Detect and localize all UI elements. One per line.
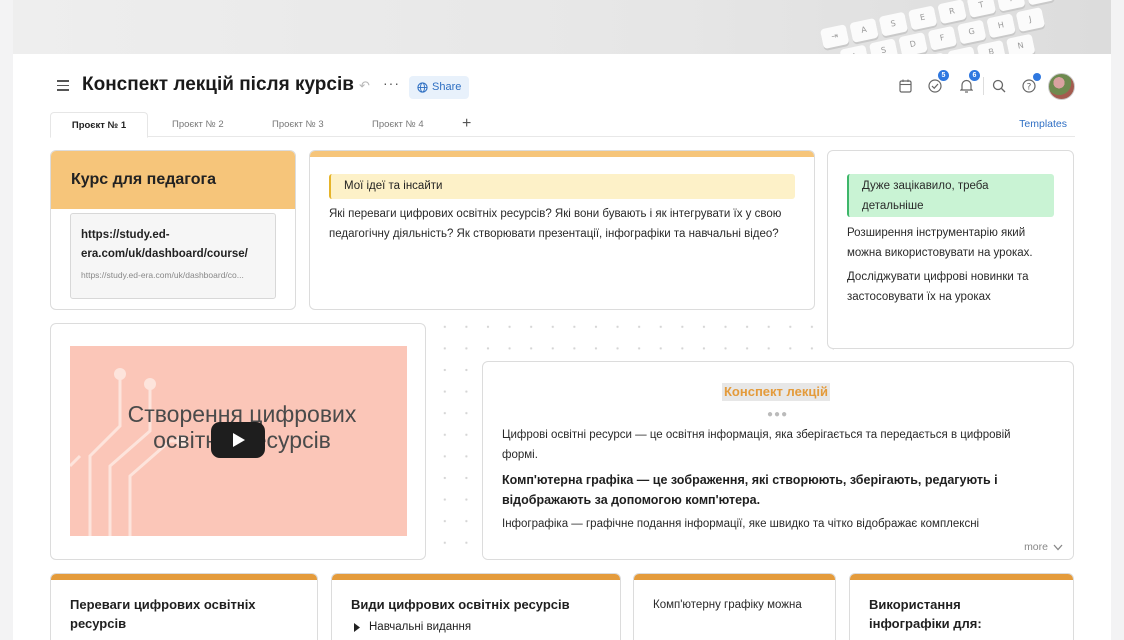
more-label: more — [1024, 541, 1048, 553]
video-thumbnail[interactable]: Створення цифрових освітніх ресурсів — [70, 346, 407, 536]
search-icon[interactable] — [989, 76, 1009, 96]
graphics-card-bar — [634, 574, 835, 580]
graphics-card[interactable]: Комп'ютерну графіку можна — [633, 573, 836, 640]
resource-types-card-bar — [332, 574, 620, 580]
link-title: https://study.ed-era.com/uk/dashboard/co… — [81, 229, 248, 260]
infographics-card[interactable]: Використання інфографіки для: — [849, 573, 1074, 640]
interest-highlight-text: Дуже зацікавило, треба детальніше — [862, 180, 989, 212]
link-url: https://study.ed-era.com/uk/dashboard/co… — [81, 270, 244, 280]
page-title[interactable]: Конспект лекцій після курсів — [82, 74, 354, 96]
interest-text-1: Розширення інструментарію який можна вик… — [847, 227, 1033, 259]
course-link-preview[interactable]: https://study.ed-era.com/uk/dashboard/co… — [70, 213, 276, 299]
avatar[interactable] — [1048, 73, 1075, 100]
share-button[interactable]: Share — [409, 76, 470, 99]
advantages-card[interactable]: Переваги цифрових освітніх ресурсів — [50, 573, 318, 640]
svg-text:?: ? — [1027, 83, 1032, 93]
infographics-title: Використання інфографіки для: — [869, 597, 982, 631]
lecture-fade — [483, 530, 1073, 559]
infographics-card-bar — [850, 574, 1073, 580]
ideas-highlight-text: Мої ідеї та інсайти — [344, 180, 443, 192]
interest-highlight: Дуже зацікавило, треба детальніше — [847, 174, 1054, 217]
lecture-card[interactable]: Конспект лекцій ●●● Цифрові освітні ресу… — [482, 361, 1074, 560]
chevron-down-icon — [1053, 544, 1063, 550]
help-icon[interactable]: ? — [1019, 73, 1041, 96]
triangle-right-icon — [354, 622, 360, 632]
templates-link[interactable]: Templates — [1019, 112, 1067, 137]
advantages-card-bar — [51, 574, 317, 580]
bell-icon[interactable]: 6 — [956, 70, 980, 96]
resource-types-card[interactable]: Види цифрових освітніх ресурсів Навчальн… — [331, 573, 621, 640]
ideas-card-bar — [310, 151, 814, 157]
course-card-header: Курс для педагога — [51, 151, 295, 209]
page-header: Конспект лекцій після курсів ↶ ··· Share… — [13, 70, 1111, 104]
video-card[interactable]: Створення цифрових освітніх ресурсів — [50, 323, 426, 560]
notifications-badge: 6 — [969, 70, 980, 81]
toolbar-divider — [983, 77, 984, 95]
resource-types-list-item[interactable]: Навчальні видання — [354, 621, 620, 633]
resource-types-title: Види цифрових освітніх ресурсів — [351, 597, 570, 612]
lecture-title[interactable]: Конспект лекцій — [722, 383, 830, 401]
graphics-text: Комп'ютерну графіку можна — [653, 599, 802, 611]
tab-project-2[interactable]: Проєкт № 2 — [162, 112, 234, 137]
cover-image: ⇥ A S E R T Y U ⇧ S D F G H J Z X C V B … — [13, 0, 1111, 54]
lecture-text-2: Комп'ютерна графіка — це зображення, які… — [502, 473, 998, 507]
add-tab-icon[interactable]: + — [462, 115, 471, 133]
lecture-text-1: Цифрові освітні ресурси — це освітня інф… — [502, 429, 1011, 461]
share-label: Share — [432, 81, 462, 93]
course-card[interactable]: Курс для педагога https://study.ed-era.c… — [50, 150, 296, 310]
advantages-title: Переваги цифрових освітніх ресурсів — [70, 597, 256, 631]
tasks-badge: 5 — [938, 70, 949, 81]
tab-project-3[interactable]: Проєкт № 3 — [262, 112, 334, 137]
ideas-card[interactable]: Мої ідеї та інсайти Які переваги цифрови… — [309, 150, 815, 310]
project-tabs: Проєкт № 1 Проєкт № 2 Проєкт № 3 Проєкт … — [50, 112, 1075, 138]
tasks-icon[interactable]: 5 — [925, 70, 949, 96]
more-icon[interactable]: ··· — [383, 75, 400, 91]
ideas-text: Які переваги цифрових освітніх ресурсів?… — [329, 208, 782, 240]
globe-icon — [417, 82, 428, 93]
resource-types-item-label: Навчальні видання — [369, 621, 472, 633]
board-page: ⇥ A S E R T Y U ⇧ S D F G H J Z X C V B … — [13, 0, 1111, 640]
undo-icon[interactable]: ↶ — [359, 78, 370, 94]
help-notification-dot — [1033, 73, 1041, 81]
menu-icon[interactable] — [57, 80, 69, 91]
play-icon[interactable] — [211, 422, 265, 458]
interest-card[interactable]: Дуже зацікавило, треба детальніше Розшир… — [827, 150, 1074, 349]
tab-project-1[interactable]: Проєкт № 1 — [50, 112, 148, 138]
more-button[interactable]: more — [1024, 541, 1063, 553]
interest-text-2: Досліджувати цифрові новинки та застосов… — [847, 271, 1029, 303]
keyboard-illustration: ⇥ A S E R T Y U ⇧ S D F G H J Z X C V B … — [792, 0, 1111, 54]
calendar-icon[interactable] — [895, 76, 915, 96]
tab-project-4[interactable]: Проєкт № 4 — [362, 112, 434, 137]
drag-handle-icon[interactable]: ●●● — [767, 409, 788, 420]
ideas-highlight: Мої ідеї та інсайти — [329, 174, 795, 199]
course-card-title: Курс для педагога — [71, 171, 217, 188]
